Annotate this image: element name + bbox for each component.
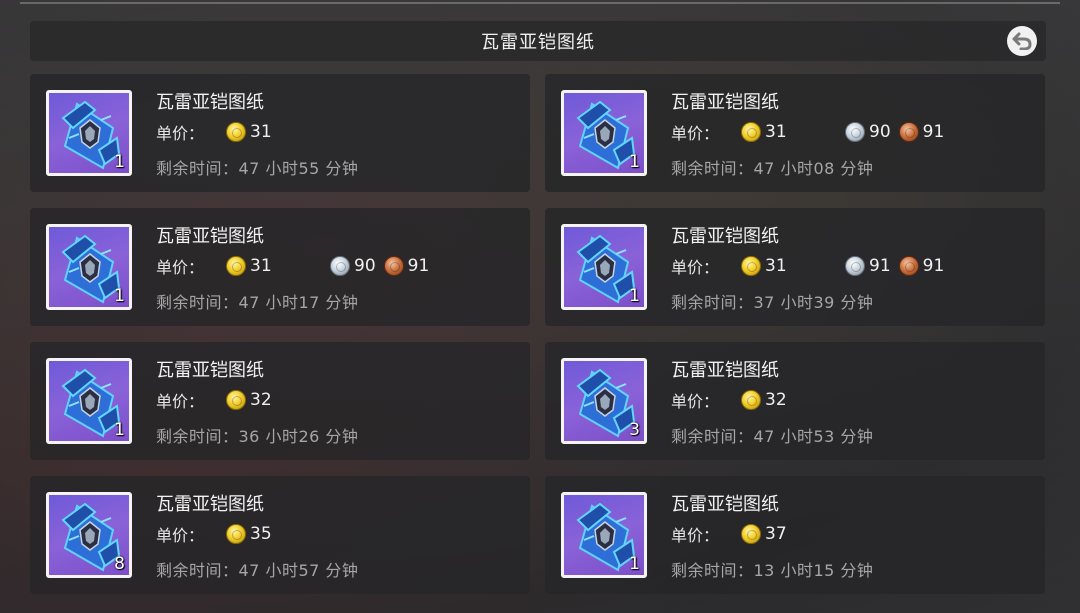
item-thumbnail[interactable]: 1 (561, 224, 647, 310)
item-name: 瓦雷亚铠图纸 (156, 360, 264, 381)
gold-amount: 31 (765, 122, 787, 142)
gold-coin-icon (226, 524, 246, 544)
gold-amount: 31 (250, 122, 272, 142)
copper-group: 91 (898, 122, 945, 142)
unit-price-label: 单价： (156, 392, 205, 411)
gold-amount: 31 (765, 256, 787, 276)
unit-price-row: 单价： 35 (156, 523, 516, 545)
time-remaining: 剩余时间：47 小时08 分钟 (671, 159, 874, 178)
silver-coin-icon (845, 256, 865, 276)
copper-coin-icon (898, 122, 919, 142)
silver-coin-icon (330, 256, 350, 276)
listing-card[interactable]: 1 瓦雷亚铠图纸 单价： 31 剩余时间：47 小时55 分钟 (30, 74, 530, 192)
market-header: 瓦雷亚铠图纸 (30, 21, 1046, 61)
copper-amount: 91 (922, 256, 945, 276)
unit-price-row: 单价： 31 (156, 121, 516, 143)
gold-coin-icon (741, 122, 761, 142)
gold-amount: 31 (250, 256, 272, 276)
listing-card[interactable]: 8 瓦雷亚铠图纸 单价： 35 剩余时间：47 小时57 分钟 (30, 476, 530, 594)
item-name: 瓦雷亚铠图纸 (671, 92, 779, 113)
unit-price-label: 单价： (156, 258, 205, 277)
gold-coin-icon (226, 122, 246, 142)
return-arrow-icon (1012, 32, 1032, 50)
unit-price-row: 单价： 32 (156, 389, 516, 411)
item-thumbnail[interactable]: 1 (561, 90, 647, 176)
item-name: 瓦雷亚铠图纸 (671, 226, 779, 247)
time-remaining: 剩余时间：47 小时53 分钟 (671, 427, 874, 446)
time-remaining: 剩余时间：13 小时15 分钟 (671, 561, 874, 580)
listing-card[interactable]: 1 瓦雷亚铠图纸 单价： 31 90 91 剩余时间：47 小时08 分钟 (545, 74, 1045, 192)
copper-coin-icon (898, 256, 919, 276)
copper-coin-icon (383, 256, 404, 276)
page-title: 瓦雷亚铠图纸 (481, 32, 595, 53)
silver-copper-group: 90 91 (845, 122, 944, 142)
silver-coin-icon (845, 122, 865, 142)
gold-amount: 32 (765, 390, 787, 410)
gold-amount: 32 (250, 390, 272, 410)
item-name: 瓦雷亚铠图纸 (156, 494, 264, 515)
item-quantity: 3 (629, 420, 640, 440)
copper-group: 91 (898, 256, 945, 276)
unit-price-label: 单价： (671, 526, 720, 545)
unit-price-row: 单价： 32 (671, 389, 1031, 411)
item-name: 瓦雷亚铠图纸 (671, 360, 779, 381)
listing-card[interactable]: 1 瓦雷亚铠图纸 单价： 31 90 91 剩余时间：47 小时17 分钟 (30, 208, 530, 326)
listing-card[interactable]: 1 瓦雷亚铠图纸 单价： 37 剩余时间：13 小时15 分钟 (545, 476, 1045, 594)
listing-card[interactable]: 1 瓦雷亚铠图纸 单价： 32 剩余时间：36 小时26 分钟 (30, 342, 530, 460)
item-quantity: 1 (629, 554, 640, 574)
gold-coin-icon (226, 256, 246, 276)
unit-price-row: 单价： 31 90 91 (156, 255, 516, 277)
silver-amount: 90 (869, 122, 891, 142)
silver-copper-group: 91 91 (845, 256, 944, 276)
unit-price-label: 单价： (671, 258, 720, 277)
unit-price-row: 单价： 31 90 91 (671, 121, 1031, 143)
gold-amount: 35 (250, 524, 272, 544)
item-name: 瓦雷亚铠图纸 (671, 494, 779, 515)
time-remaining: 剩余时间：47 小时57 分钟 (156, 561, 359, 580)
item-quantity: 1 (629, 286, 640, 306)
unit-price-label: 单价： (671, 124, 720, 143)
gold-amount: 37 (765, 524, 787, 544)
item-thumbnail[interactable]: 1 (46, 224, 132, 310)
item-quantity: 1 (114, 152, 125, 172)
item-thumbnail[interactable]: 1 (46, 90, 132, 176)
listing-card[interactable]: 3 瓦雷亚铠图纸 单价： 32 剩余时间：47 小时53 分钟 (545, 342, 1045, 460)
gold-coin-icon (741, 256, 761, 276)
gold-coin-icon (741, 524, 761, 544)
time-remaining: 剩余时间：47 小时55 分钟 (156, 159, 359, 178)
silver-amount: 90 (354, 256, 376, 276)
item-quantity: 1 (114, 420, 125, 440)
item-thumbnail[interactable]: 1 (46, 358, 132, 444)
gold-coin-icon (741, 390, 761, 410)
item-quantity: 1 (629, 152, 640, 172)
top-divider (20, 2, 1060, 4)
unit-price-label: 单价： (671, 392, 720, 411)
item-thumbnail[interactable]: 1 (561, 492, 647, 578)
silver-copper-group: 90 91 (330, 256, 429, 276)
silver-amount: 91 (869, 256, 891, 276)
copper-group: 91 (383, 256, 430, 276)
copper-amount: 91 (407, 256, 430, 276)
listing-card[interactable]: 1 瓦雷亚铠图纸 单价： 31 91 91 剩余时间：37 小时39 分钟 (545, 208, 1045, 326)
copper-amount: 91 (922, 122, 945, 142)
time-remaining: 剩余时间：47 小时17 分钟 (156, 293, 359, 312)
item-thumbnail[interactable]: 3 (561, 358, 647, 444)
time-remaining: 剩余时间：36 小时26 分钟 (156, 427, 359, 446)
unit-price-label: 单价： (156, 124, 205, 143)
item-quantity: 1 (114, 286, 125, 306)
time-remaining: 剩余时间：37 小时39 分钟 (671, 293, 874, 312)
unit-price-label: 单价： (156, 526, 205, 545)
item-name: 瓦雷亚铠图纸 (156, 92, 264, 113)
unit-price-row: 单价： 37 (671, 523, 1031, 545)
item-quantity: 8 (114, 554, 125, 574)
gold-coin-icon (226, 390, 246, 410)
back-button[interactable] (1007, 26, 1037, 56)
item-thumbnail[interactable]: 8 (46, 492, 132, 578)
item-name: 瓦雷亚铠图纸 (156, 226, 264, 247)
unit-price-row: 单价： 31 91 91 (671, 255, 1031, 277)
